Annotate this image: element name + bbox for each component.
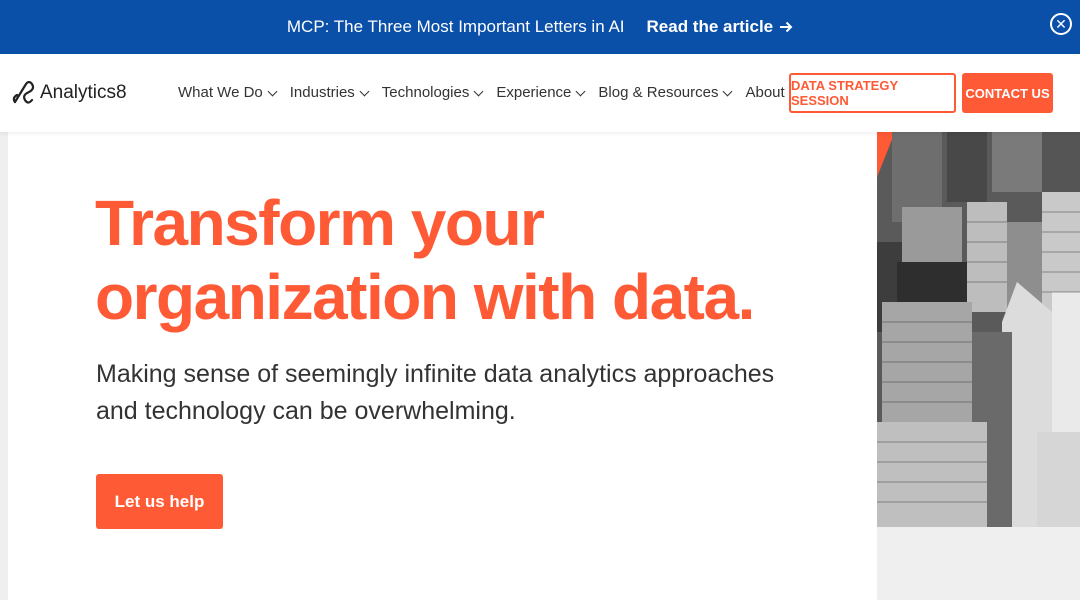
subtext-line-2: and technology can be overwhelming. bbox=[96, 397, 516, 425]
nav-item-blog-resources[interactable]: Blog & Resources bbox=[598, 84, 733, 101]
subtext-line-1: Making sense of seemingly infinite data … bbox=[96, 360, 775, 388]
nav-item-industries[interactable]: Industries bbox=[289, 84, 370, 101]
nav-item-technologies[interactable]: Technologies bbox=[381, 84, 484, 101]
banner-message: MCP: The Three Most Important Letters in… bbox=[286, 17, 625, 36]
chevron-down-icon bbox=[575, 86, 586, 96]
read-article-label: Read the article bbox=[646, 17, 774, 36]
chevron-down-icon bbox=[473, 86, 484, 96]
nav-item-label: Blog & Resources bbox=[598, 84, 719, 101]
headline-line-1: Transform your bbox=[95, 187, 545, 259]
top-navigation: Analytics8 What We Do Industries Technol… bbox=[0, 54, 1080, 132]
contact-us-button[interactable]: CONTACT US bbox=[962, 73, 1053, 113]
nav-item-label: Technologies bbox=[381, 84, 470, 101]
logo-icon bbox=[12, 81, 35, 104]
hero-headline: Transform your organization with data. bbox=[95, 186, 795, 334]
close-banner-icon[interactable]: ✕ bbox=[1050, 13, 1072, 35]
nav-item-what-we-do[interactable]: What We Do bbox=[178, 84, 278, 101]
data-strategy-session-button[interactable]: DATA STRATEGY SESSION bbox=[789, 73, 956, 113]
main-menu: What We Do Industries Technologies Exper… bbox=[178, 84, 822, 101]
skyline-illustration bbox=[877, 132, 1080, 527]
headline-line-2: organization with data. bbox=[95, 261, 755, 333]
chevron-down-icon bbox=[267, 86, 278, 96]
nav-item-label: Industries bbox=[289, 84, 355, 101]
brand-logo[interactable]: Analytics8 bbox=[12, 81, 127, 105]
let-us-help-button[interactable]: Let us help bbox=[96, 474, 223, 529]
read-article-link[interactable]: Read the article bbox=[647, 17, 794, 37]
logo-text: Analytics8 bbox=[40, 82, 127, 103]
chevron-down-icon bbox=[723, 86, 733, 96]
nav-item-experience[interactable]: Experience bbox=[496, 84, 586, 101]
nav-item-label: Experience bbox=[496, 84, 572, 101]
city-skyline-image bbox=[877, 132, 1080, 527]
nav-item-label: What We Do bbox=[178, 84, 263, 101]
announcement-banner: MCP: The Three Most Important Letters in… bbox=[0, 0, 1080, 54]
arrow-right-icon bbox=[780, 21, 793, 33]
chevron-down-icon bbox=[359, 86, 370, 96]
hero-subtext: Making sense of seemingly infinite data … bbox=[96, 356, 776, 430]
